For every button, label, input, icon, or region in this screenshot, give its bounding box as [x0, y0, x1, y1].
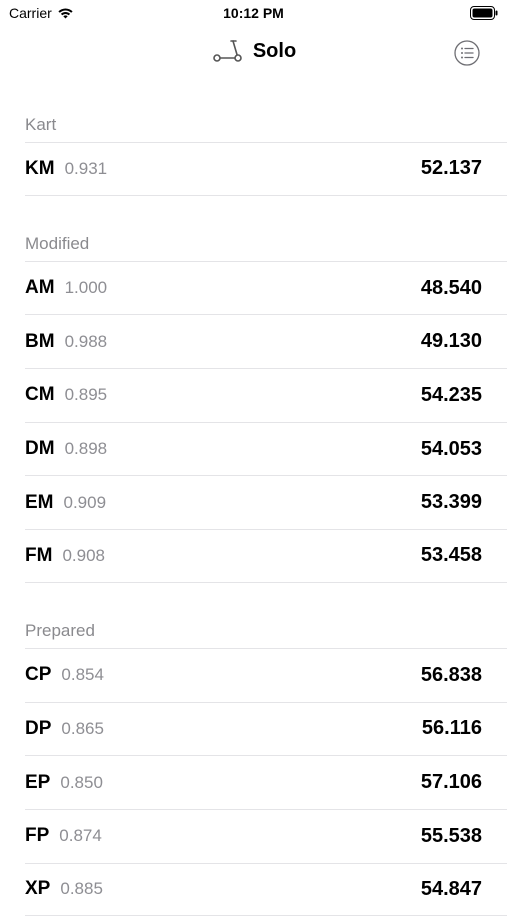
- status-bar: Carrier 10:12 PM: [0, 0, 507, 28]
- class-factor: 0.908: [62, 545, 105, 565]
- class-factor: 1.000: [64, 278, 108, 298]
- status-time: 10:12 PM: [223, 5, 284, 21]
- class-code: KM: [25, 157, 55, 179]
- class-code: CM: [25, 384, 55, 406]
- class-time: 52.137: [420, 157, 482, 180]
- class-time: 56.838: [420, 663, 482, 686]
- class-time: 57.106: [420, 771, 482, 794]
- class-factor: 0.865: [61, 718, 104, 738]
- section-modified: Modified AM 1.000 48.540 BM 0.988 49.130 CM 0.89…: [0, 219, 507, 583]
- class-code: FP: [25, 825, 50, 847]
- class-code: DP: [25, 717, 52, 739]
- class-row[interactable]: EP 0.850 57.106: [25, 755, 507, 809]
- class-code: CP: [25, 664, 52, 686]
- class-factor: 0.895: [64, 385, 108, 405]
- class-code: EM: [25, 491, 54, 513]
- class-time: 56.116: [421, 717, 482, 740]
- class-list: Kart KM 0.931 52.137 Modified AM 1.000 48.540 BM…: [0, 100, 507, 916]
- scooter-icon: [211, 39, 243, 63]
- class-time: 53.399: [420, 491, 482, 514]
- class-code: XP: [25, 878, 51, 900]
- class-time: 55.538: [420, 824, 482, 847]
- class-time: 54.053: [420, 437, 482, 460]
- class-row[interactable]: CM 0.895 54.235: [25, 368, 507, 422]
- class-row[interactable]: EM 0.909 53.399: [25, 475, 507, 529]
- class-factor: 0.854: [61, 665, 104, 685]
- class-factor: 0.931: [64, 158, 108, 178]
- navigation-bar: Solo: [0, 28, 507, 78]
- nav-title-group: Solo: [0, 39, 507, 63]
- class-row[interactable]: AM 1.000 48.540: [25, 260, 507, 315]
- class-factor: 0.885: [60, 879, 103, 899]
- section-prepared: Prepared CP 0.854 56.838 DP 0.865 56.116 EP 0.85…: [0, 606, 507, 916]
- class-factor: 0.898: [64, 439, 108, 459]
- class-code: DM: [25, 438, 55, 460]
- class-factor: 0.988: [64, 331, 108, 351]
- section-header: Kart: [25, 115, 57, 134]
- class-row[interactable]: DM 0.898 54.053: [25, 421, 507, 476]
- class-time: 49.130: [420, 330, 482, 353]
- class-code: AM: [25, 277, 55, 299]
- nav-title: Solo: [252, 39, 297, 62]
- section-header: Modified: [25, 233, 90, 253]
- battery-icon: [470, 6, 498, 20]
- class-code: EP: [25, 771, 51, 793]
- class-row[interactable]: FP 0.874 55.538: [25, 808, 507, 863]
- class-time: 53.458: [420, 544, 482, 567]
- list-menu-button[interactable]: [454, 40, 480, 66]
- class-time: 48.540: [420, 276, 482, 299]
- class-row[interactable]: KM 0.931 52.137: [25, 142, 507, 196]
- class-row[interactable]: FM 0.908 53.458: [25, 529, 507, 583]
- class-factor: 0.909: [63, 492, 107, 512]
- class-code: BM: [25, 330, 55, 352]
- class-row[interactable]: DP 0.865 56.116: [25, 701, 507, 756]
- list-icon: [454, 40, 480, 66]
- class-row[interactable]: XP 0.885 54.847: [25, 862, 507, 916]
- class-code: FM: [25, 544, 53, 566]
- class-factor: 0.874: [59, 826, 102, 846]
- section-kart: Kart KM 0.931 52.137: [0, 100, 507, 196]
- class-row[interactable]: CP 0.854 56.838: [25, 647, 507, 702]
- class-factor: 0.850: [60, 772, 103, 792]
- class-time: 54.847: [420, 877, 482, 900]
- class-time: 54.235: [420, 383, 482, 406]
- section-header: Prepared: [25, 620, 95, 640]
- class-row[interactable]: BM 0.988 49.130: [25, 314, 507, 368]
